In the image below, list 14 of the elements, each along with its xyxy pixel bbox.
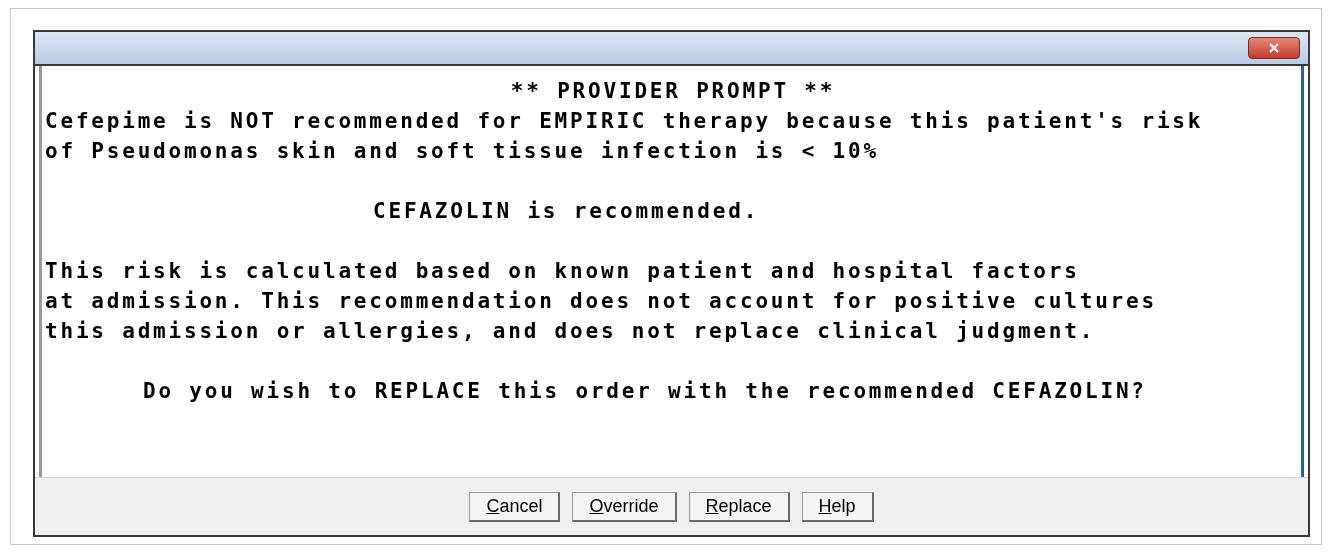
message-line: CEFAZOLIN is recommended.: [373, 199, 760, 223]
dialog-heading: ** PROVIDER PROMPT **: [510, 78, 836, 105]
message-line: of Pseudomonas skin and soft tissue infection is < 10%: [45, 139, 879, 163]
close-icon: [1268, 43, 1280, 53]
message-line: this admission or allergies, and does not replace clinical judgment.: [45, 319, 1096, 343]
message-line: This risk is calculated based on known patient and hospital factors: [45, 259, 1080, 283]
dialog-button[interactable]: Override: [572, 491, 677, 522]
message-line: at admission. This recommendation does not account for positive cultures: [45, 289, 1157, 313]
dialog-button[interactable]: Cancel: [469, 491, 561, 522]
message-line: Cefepime is NOT recommended for EMPIRIC therapy because this patient's risk: [45, 109, 1204, 133]
dialog-button[interactable]: Help: [801, 491, 874, 522]
close-button[interactable]: [1248, 37, 1300, 59]
message-line: Do you wish to REPLACE this order with the recommended CEFAZOLIN?: [143, 379, 1147, 403]
dialog-button[interactable]: Replace: [688, 491, 790, 522]
